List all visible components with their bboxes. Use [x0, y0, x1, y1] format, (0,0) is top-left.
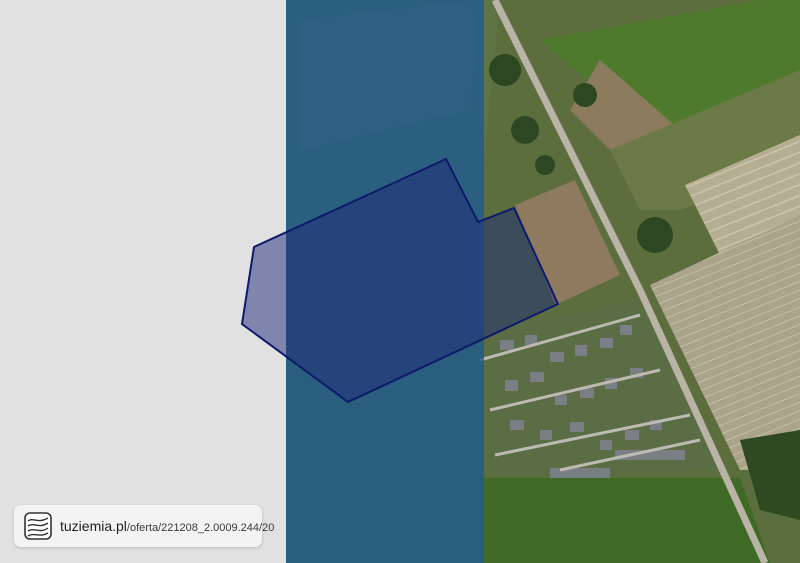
watermark-path: /oferta/221208_2.0009.244/20: [126, 522, 275, 534]
watermark-site: tuziemia.pl: [60, 518, 127, 534]
blank-panel: [0, 0, 286, 563]
contour-map-logo-icon: [24, 512, 52, 540]
map-view[interactable]: [0, 0, 800, 563]
watermark-badge[interactable]: tuziemia.pl/oferta/221208_2.0009.244/20: [14, 505, 274, 547]
watermark-text: tuziemia.pl/oferta/221208_2.0009.244/20: [60, 518, 274, 536]
